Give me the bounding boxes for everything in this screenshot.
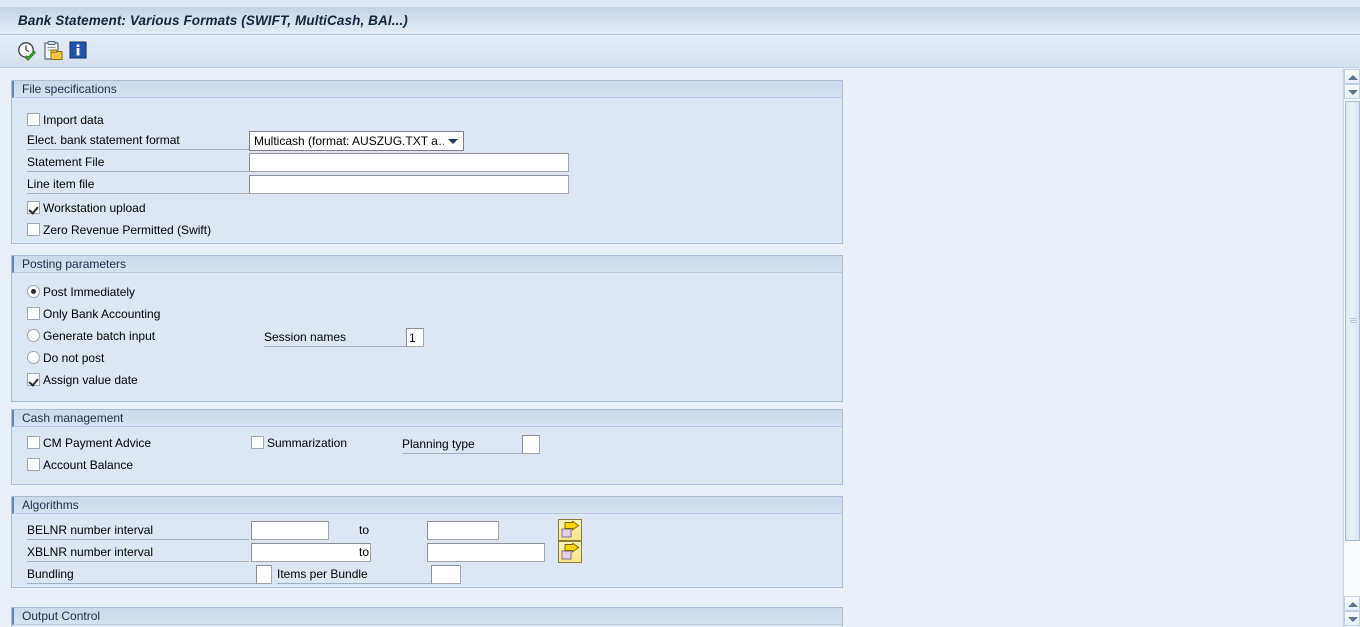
- only-bank-accounting-checkbox[interactable]: [27, 307, 40, 320]
- xblnr-to-label: to: [359, 545, 370, 559]
- execute-button[interactable]: [16, 40, 38, 62]
- do-not-post-label: Do not post: [43, 351, 105, 365]
- sap-gui-window: Bank Statement: Various Formats (SWIFT, …: [0, 0, 1360, 627]
- session-names-input[interactable]: [406, 328, 424, 347]
- scrollbar-grip-icon: [1350, 318, 1357, 324]
- window-title-bar: Bank Statement: Various Formats (SWIFT, …: [0, 8, 1360, 35]
- zero-revenue-checkbox[interactable]: [27, 223, 40, 236]
- triangle-up-icon: [1348, 75, 1358, 80]
- group-file-specifications-title: File specifications: [12, 81, 842, 98]
- info-button[interactable]: [68, 40, 90, 62]
- summarization-checkbox[interactable]: [251, 436, 264, 449]
- triangle-down-icon: [1348, 617, 1358, 622]
- xblnr-from-input[interactable]: [251, 543, 371, 562]
- group-algorithms: Algorithms BELNR number interval to XBLN…: [11, 496, 843, 588]
- planning-type-label: Planning type: [402, 437, 522, 454]
- generate-batch-input-label: Generate batch input: [43, 329, 156, 343]
- bank-statement-format-value: Multicash (format: AUSZUG.TXT a…: [254, 134, 444, 148]
- multiple-selection-arrow-icon: [561, 543, 580, 560]
- application-toolbar: © www.tutorialkart.com: [0, 36, 1360, 100]
- format-label: Elect. bank statement format: [27, 133, 249, 150]
- bundling-label: Bundling: [27, 567, 256, 584]
- workstation-upload-checkbox[interactable]: [27, 201, 40, 214]
- scroll-up-button-bottom[interactable]: [1344, 596, 1360, 611]
- items-per-bundle-input[interactable]: [431, 565, 461, 584]
- generate-batch-input-radio[interactable]: [27, 329, 40, 342]
- multiple-selection-arrow-icon: [561, 521, 580, 538]
- cm-payment-advice-label: CM Payment Advice: [43, 436, 152, 450]
- clipboard-variant-icon: [44, 41, 63, 60]
- cm-payment-advice-checkbox[interactable]: [27, 436, 40, 449]
- account-balance-checkbox[interactable]: [27, 458, 40, 471]
- group-cash-management-title: Cash management: [12, 410, 842, 427]
- belnr-interval-label: BELNR number interval: [27, 523, 249, 540]
- window-frame-strip: [0, 0, 1360, 8]
- import-data-checkbox[interactable]: [27, 113, 40, 126]
- page-title: Bank Statement: Various Formats (SWIFT, …: [18, 13, 408, 28]
- scrollbar-thumb[interactable]: [1345, 101, 1360, 541]
- information-icon: [69, 41, 87, 59]
- xblnr-multiple-selection-button[interactable]: [558, 541, 582, 563]
- group-cash-management: Cash management CM Payment Advice Summar…: [11, 409, 843, 485]
- belnr-to-input[interactable]: [427, 521, 499, 540]
- session-names-label: Session names: [264, 330, 406, 347]
- scrollbar-track-lower[interactable]: [1344, 542, 1360, 597]
- line-item-file-input[interactable]: [249, 175, 569, 194]
- only-bank-accounting-label: Only Bank Accounting: [43, 307, 161, 321]
- belnr-from-input[interactable]: [251, 521, 329, 540]
- post-immediately-label: Post Immediately: [43, 285, 136, 299]
- line-item-file-label: Line item file: [27, 177, 249, 194]
- group-posting-parameters: Posting parameters Post Immediately Only…: [11, 255, 843, 402]
- statement-file-label: Statement File: [27, 155, 249, 172]
- xblnr-interval-label: XBLNR number interval: [27, 545, 249, 562]
- group-algorithms-title: Algorithms: [12, 497, 842, 514]
- get-variant-button[interactable]: [42, 40, 64, 62]
- do-not-post-radio[interactable]: [27, 351, 40, 364]
- vertical-scrollbar[interactable]: [1343, 69, 1360, 627]
- chevron-down-icon: [448, 139, 458, 144]
- zero-revenue-label: Zero Revenue Permitted (Swift): [43, 223, 212, 237]
- belnr-to-label: to: [359, 523, 370, 537]
- summarization-label: Summarization: [267, 436, 348, 450]
- triangle-down-icon: [1348, 90, 1358, 95]
- scroll-up-button[interactable]: [1344, 69, 1360, 84]
- planning-type-input[interactable]: [522, 435, 540, 454]
- account-balance-label: Account Balance: [43, 458, 134, 472]
- xblnr-to-input[interactable]: [427, 543, 545, 562]
- bank-statement-format-dropdown[interactable]: Multicash (format: AUSZUG.TXT a…: [249, 131, 464, 151]
- scroll-down-button-top[interactable]: [1344, 84, 1360, 99]
- group-posting-parameters-title: Posting parameters: [12, 256, 842, 273]
- triangle-up-icon: [1348, 602, 1358, 607]
- clock-check-icon: [18, 42, 36, 61]
- assign-value-date-label: Assign value date: [43, 373, 138, 387]
- items-per-bundle-label: Items per Bundle: [277, 567, 431, 584]
- assign-value-date-checkbox[interactable]: [27, 373, 40, 386]
- selection-screen-canvas: File specifications Import data Elect. b…: [0, 69, 1327, 627]
- scroll-down-button[interactable]: [1344, 611, 1360, 626]
- belnr-multiple-selection-button[interactable]: [558, 519, 582, 541]
- post-immediately-radio[interactable]: [27, 285, 40, 298]
- group-file-specifications: File specifications Import data Elect. b…: [11, 80, 843, 244]
- import-data-label: Import data: [43, 113, 104, 127]
- statement-file-input[interactable]: [249, 153, 569, 172]
- bundling-input[interactable]: [256, 565, 272, 584]
- group-output-control: Output Control: [11, 607, 843, 627]
- group-output-control-title: Output Control: [12, 608, 842, 625]
- workstation-upload-label: Workstation upload: [43, 201, 146, 215]
